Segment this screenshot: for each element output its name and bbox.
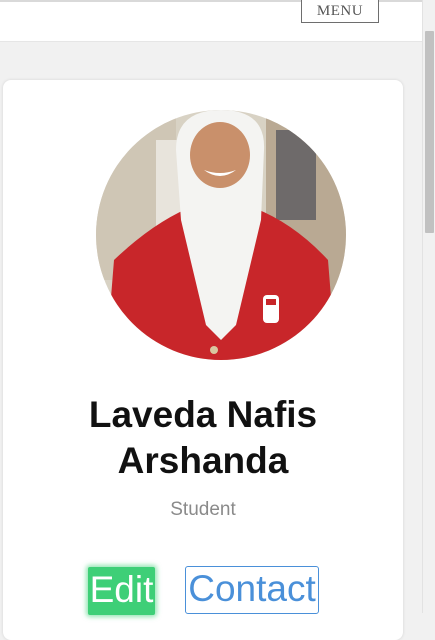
profile-card: Laveda Nafis Arshanda Student Edit Conta…: [3, 80, 403, 640]
scrollbar-thumb[interactable]: [425, 31, 434, 233]
contact-button[interactable]: Contact: [185, 566, 319, 614]
top-navbar: MENU: [0, 0, 422, 42]
avatar: [96, 110, 346, 360]
vertical-scrollbar[interactable]: [422, 0, 435, 613]
profile-photo-image: [96, 110, 346, 360]
profile-role: Student: [170, 499, 236, 520]
edit-button[interactable]: Edit: [88, 567, 155, 615]
menu-button[interactable]: MENU: [301, 0, 379, 23]
profile-name: Laveda Nafis Arshanda: [88, 394, 318, 481]
